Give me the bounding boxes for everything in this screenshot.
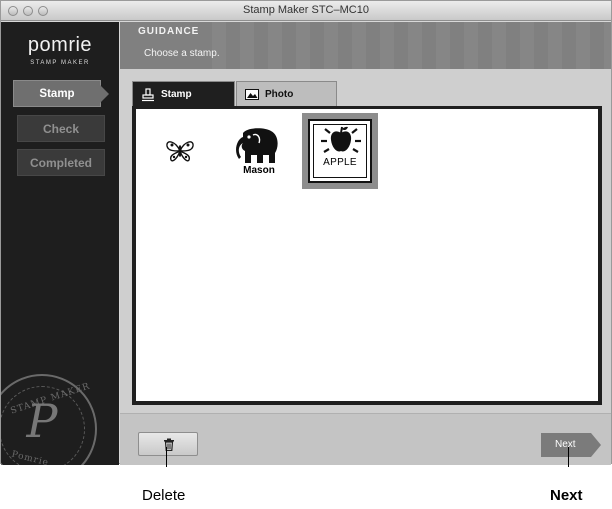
step-completed[interactable]: Completed xyxy=(17,149,105,176)
tab-photo-label: Photo xyxy=(265,89,294,100)
sidebar: pomrie STAMP MAKER Stamp selection Check… xyxy=(1,22,119,465)
guidance-title: GUIDANCE xyxy=(138,26,200,37)
stamp-butterfly[interactable] xyxy=(164,137,196,165)
next-callout: Next xyxy=(550,487,583,504)
delete-button[interactable] xyxy=(138,432,198,456)
stamp-apple-label: APPLE xyxy=(323,157,357,168)
app-logo: pomrie xyxy=(27,34,93,56)
tab-stamp-label: Stamp xyxy=(161,89,192,100)
stamp-panel: Mason APPLE xyxy=(132,106,602,405)
apple-stamp-frame: APPLE xyxy=(308,119,372,183)
app-logo-subtitle: STAMP MAKER xyxy=(30,60,90,66)
guidance-header: GUIDANCE Choose a stamp. xyxy=(120,22,611,69)
stamp-apple-selected[interactable]: APPLE xyxy=(302,113,378,189)
guidance-text: Choose a stamp. xyxy=(144,48,220,59)
stamp-mason[interactable]: Mason xyxy=(235,127,283,179)
app-window: Stamp Maker STC–MC10 pomrie STAMP MAKER … xyxy=(0,0,612,465)
trash-icon xyxy=(163,438,175,456)
tab-photo[interactable]: Photo xyxy=(236,81,337,106)
step-stamp-selection[interactable]: Stamp selection xyxy=(13,80,109,127)
step-check[interactable]: Check xyxy=(17,115,105,142)
main-content: Stamp Photo Mason APPLE xyxy=(120,69,611,465)
bottom-toolbar: Next xyxy=(120,413,611,465)
tab-stamp[interactable]: Stamp xyxy=(132,81,235,106)
delete-callout: Delete xyxy=(142,487,186,504)
next-callout-line xyxy=(568,447,569,467)
title-bar: Stamp Maker STC–MC10 xyxy=(1,1,611,21)
seal-letter: P xyxy=(26,394,58,448)
butterfly-icon xyxy=(164,141,196,169)
stamp-grid: Mason APPLE xyxy=(136,109,598,401)
delete-callout-line xyxy=(166,447,167,467)
next-button[interactable]: Next xyxy=(541,433,601,457)
stamp-mason-label: Mason xyxy=(243,165,275,176)
seal-logo: STAMP MAKER P Pomrie xyxy=(1,374,97,465)
photo-icon xyxy=(245,88,259,101)
window-title: Stamp Maker STC–MC10 xyxy=(243,4,369,16)
guidance-pattern xyxy=(212,22,611,69)
stamp-icon xyxy=(141,88,155,102)
